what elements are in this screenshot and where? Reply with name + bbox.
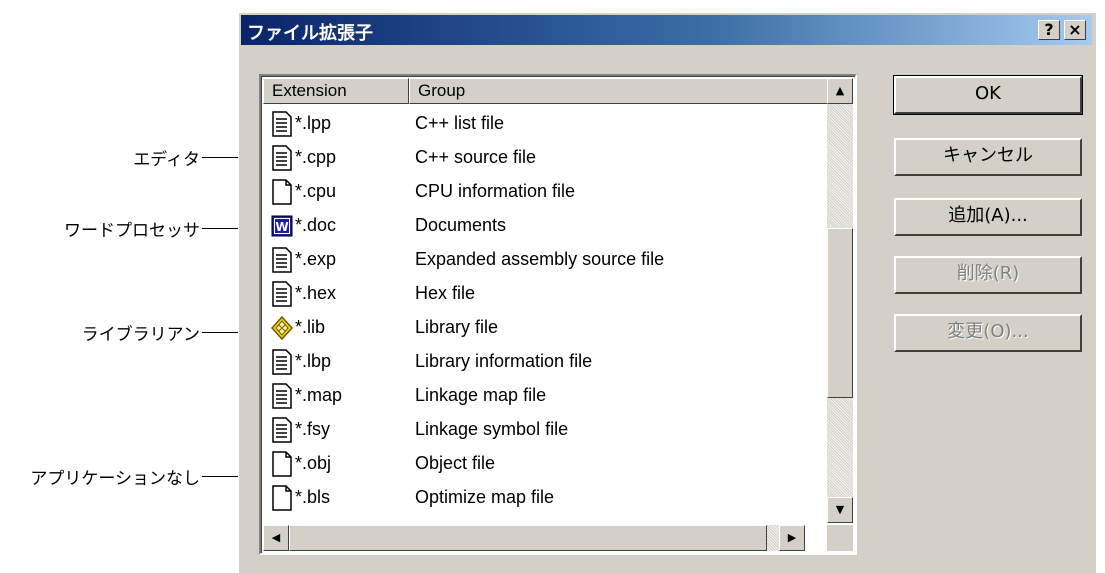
list-row[interactable]: *.lib Library file (263, 311, 803, 345)
callout-editor: エディタ (0, 141, 268, 171)
row-extension: *.cpu (295, 181, 337, 201)
callout-no-application-label: アプリケーションなし (30, 469, 200, 489)
row-group: Documents (415, 215, 507, 235)
row-group: Hex file (415, 283, 476, 303)
help-button[interactable]: ? (1038, 20, 1060, 40)
blank-document-icon (272, 485, 292, 511)
column-header-extension[interactable]: Extension (263, 78, 409, 104)
row-extension: *.cpp (295, 147, 337, 167)
list-row[interactable]: *.lpp C++ list file (263, 107, 803, 141)
list-header: Extension Group (263, 78, 831, 106)
svg-text:W: W (275, 220, 288, 234)
vertical-scroll-thumb[interactable] (827, 228, 853, 398)
row-group: Library information file (415, 351, 593, 371)
row-group: Object file (415, 453, 496, 473)
row-extension: *.obj (295, 453, 332, 473)
text-document-icon (272, 417, 292, 443)
row-extension: *.lbp (295, 351, 332, 371)
text-document-icon (272, 111, 292, 137)
callout-word-processor-label: ワードプロセッサ (64, 221, 200, 241)
row-extension: *.exp (295, 249, 337, 269)
row-extension: *.fsy (295, 419, 331, 439)
ok-button[interactable]: OK (893, 75, 1083, 115)
extension-list[interactable]: Extension Group *.lpp C++ list file *.cp… (259, 74, 857, 555)
title-bar[interactable]: ファイル拡張子 ? × (241, 15, 1092, 45)
row-extension: *.doc (295, 215, 337, 235)
scroll-left-button[interactable]: ◀ (263, 525, 289, 551)
row-extension: *.lib (295, 317, 326, 337)
row-group: C++ list file (415, 113, 505, 133)
callout-word-processor: ワードプロセッサ (0, 212, 268, 242)
callout-librarian: ライブラリアン (0, 316, 268, 346)
list-row[interactable]: *.cpp C++ source file (263, 141, 803, 175)
row-group: CPU information file (415, 181, 576, 201)
row-extension: *.hex (295, 283, 337, 303)
librarian-icon (271, 315, 293, 341)
text-document-icon (272, 247, 292, 273)
add-button[interactable]: 追加(A)... (894, 198, 1082, 236)
row-group: C++ source file (415, 147, 537, 167)
row-group: Linkage map file (415, 385, 547, 405)
row-group: Optimize map file (415, 487, 555, 507)
list-row[interactable]: *.lbp Library information file (263, 345, 803, 379)
change-button[interactable]: 変更(O)... (894, 314, 1082, 352)
callout-no-application: アプリケーションなし (0, 460, 268, 490)
horizontal-scroll-thumb[interactable] (289, 525, 767, 551)
text-document-icon (272, 349, 292, 375)
list-row[interactable]: W *.doc Documents (263, 209, 803, 243)
window-title: ファイル拡張子 (247, 23, 373, 44)
row-group: Library file (415, 317, 499, 337)
delete-button[interactable]: 削除(R) (894, 256, 1082, 294)
list-row[interactable]: *.map Linkage map file (263, 379, 803, 413)
close-button[interactable]: × (1064, 20, 1086, 40)
scroll-right-button[interactable]: ▶ (779, 525, 805, 551)
scrollbar-corner (827, 525, 853, 551)
horizontal-scrollbar[interactable]: ◀ ▶ (263, 525, 805, 551)
vertical-scrollbar[interactable]: ▲ ▼ (827, 78, 853, 523)
list-row[interactable]: *.fsy Linkage symbol file (263, 413, 803, 447)
scroll-up-button[interactable]: ▲ (827, 78, 853, 104)
row-extension: *.map (295, 385, 343, 405)
list-row[interactable]: *.obj Object file (263, 447, 803, 481)
callout-librarian-label: ライブラリアン (81, 325, 200, 345)
text-document-icon (272, 281, 292, 307)
row-extension: *.lpp (295, 113, 332, 133)
text-document-icon (272, 383, 292, 409)
text-document-icon (272, 145, 292, 171)
blank-document-icon (272, 179, 292, 205)
file-extension-dialog: ファイル拡張子 ? × Extension Group *.lpp C++ li… (238, 12, 1096, 573)
row-group: Expanded assembly source file (415, 249, 665, 269)
cancel-button[interactable]: キャンセル (894, 138, 1082, 176)
list-row[interactable]: *.hex Hex file (263, 277, 803, 311)
list-rows: *.lpp C++ list file *.cpp C++ source fil… (263, 107, 803, 521)
row-group: Linkage symbol file (415, 419, 569, 439)
word-processor-icon: W (271, 215, 293, 237)
list-row[interactable]: *.cpu CPU information file (263, 175, 803, 209)
callout-editor-label: エディタ (133, 150, 200, 170)
blank-document-icon (272, 451, 292, 477)
list-row[interactable]: *.exp Expanded assembly source file (263, 243, 803, 277)
column-header-group[interactable]: Group (409, 78, 831, 104)
scroll-down-button[interactable]: ▼ (827, 497, 853, 523)
row-extension: *.bls (295, 487, 331, 507)
list-row[interactable]: *.bls Optimize map file (263, 481, 803, 515)
